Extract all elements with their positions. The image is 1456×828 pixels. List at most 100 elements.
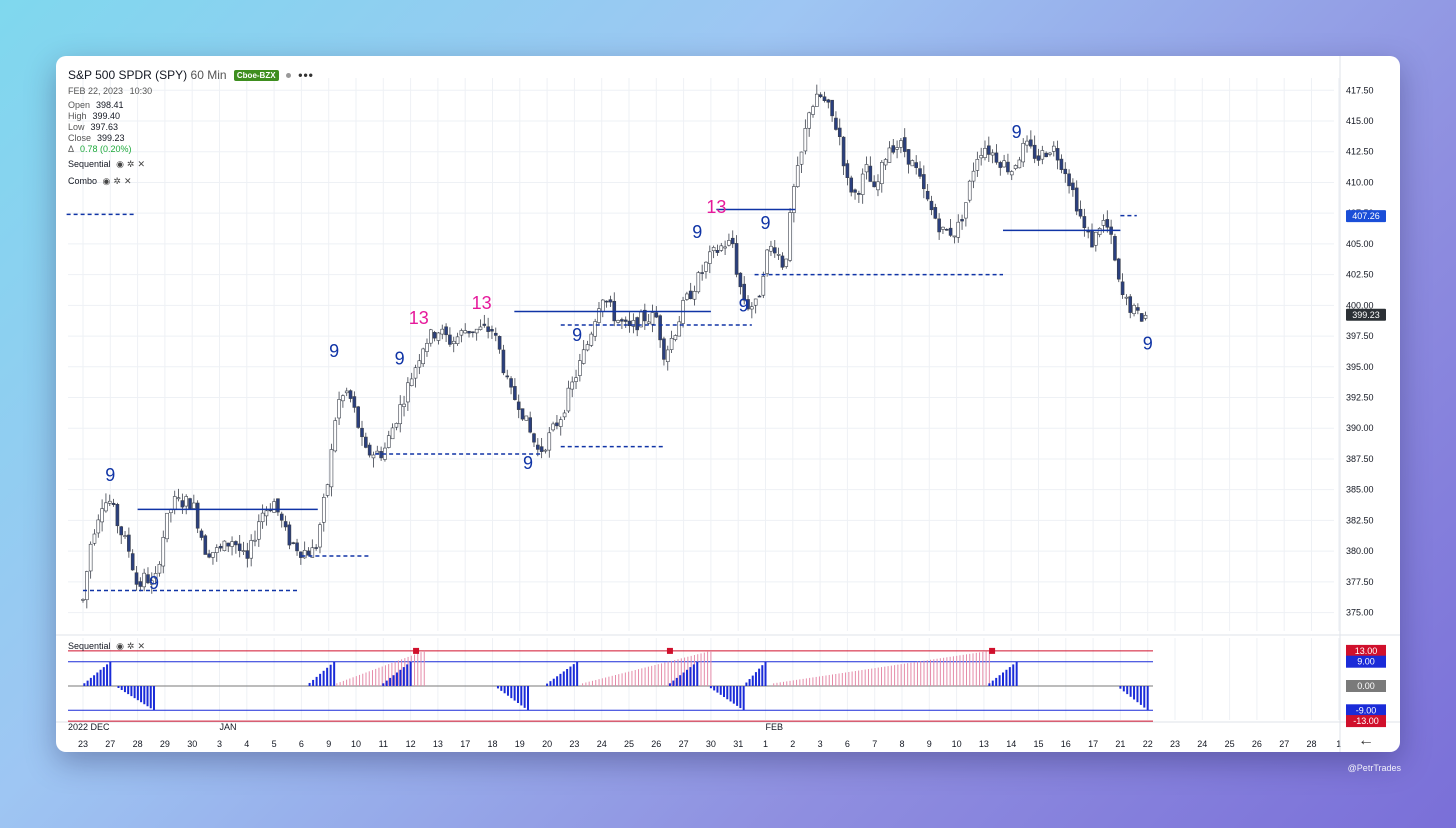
candle-body [807, 112, 811, 129]
indicator-sequential[interactable]: Sequential ◉ ✲ ✕ [68, 159, 145, 170]
candle-body [795, 165, 800, 187]
candle-body [581, 349, 586, 364]
candle-body [994, 152, 999, 163]
candle-body [188, 498, 192, 510]
candle-body [983, 147, 987, 158]
candle-body [257, 521, 261, 540]
candle-body [616, 320, 620, 323]
candle-body [895, 147, 899, 150]
candle-body [520, 408, 525, 420]
x-tick-label: 25 [624, 739, 634, 749]
y-tick-label: 412.50 [1346, 147, 1374, 157]
indicator-combo[interactable]: Combo ◉ ✲ ✕ [68, 176, 131, 187]
candle-body [864, 164, 869, 173]
more-options-icon[interactable]: ••• [298, 68, 314, 82]
candle-body [677, 321, 682, 337]
price-badge-label: 407.26 [1352, 211, 1380, 221]
candle-body [665, 349, 670, 363]
sequential-count-label: 9 [760, 213, 770, 233]
ohlc-low: Low 397.63 [68, 122, 132, 133]
candle-body [879, 162, 884, 185]
candle-body [96, 519, 101, 534]
candle-body [822, 96, 827, 101]
close-icon[interactable]: ✕ [137, 641, 145, 651]
candle-body [467, 330, 471, 334]
month-label: 2022 DEC [68, 722, 110, 732]
ohlc-change: Δ 0.78 (0.20%) [68, 144, 132, 155]
candle-body [474, 328, 479, 334]
candle-body [604, 300, 609, 303]
candle-body [505, 375, 510, 378]
candle-body [929, 200, 934, 211]
candle-body [367, 444, 372, 456]
candle-body [578, 360, 582, 376]
gear-icon[interactable]: ✲ [127, 641, 135, 651]
candle-body [325, 484, 330, 496]
x-tick-label: 22 [1143, 739, 1153, 749]
timestamp: FEB 22, 2023 10:30 [68, 86, 152, 96]
close-icon[interactable]: ✕ [124, 176, 132, 186]
candle-body [138, 581, 143, 587]
candle-body [398, 404, 403, 425]
x-tick-label: 23 [78, 739, 88, 749]
candle-body [1040, 150, 1045, 160]
price-badge-label: 399.23 [1352, 310, 1380, 320]
back-arrow-icon[interactable]: ← [1358, 732, 1374, 750]
candle-body [788, 212, 792, 261]
candle-body [283, 521, 288, 528]
candle-body [669, 337, 674, 350]
candle-body [872, 181, 876, 188]
candle-body [471, 331, 475, 334]
candle-body [478, 326, 483, 330]
y-tick-label: 382.50 [1346, 515, 1374, 525]
candle-body [291, 542, 296, 544]
candle-body [1036, 155, 1041, 161]
candle-body [849, 177, 854, 193]
candle-body [1078, 208, 1083, 217]
candle-body [130, 553, 135, 571]
candle-body [386, 435, 391, 448]
gear-icon[interactable]: ✲ [127, 159, 135, 169]
eye-icon[interactable]: ◉ [116, 641, 124, 651]
candle-body [845, 163, 850, 178]
candle-body [574, 377, 578, 382]
candle-body [107, 500, 112, 504]
close-icon[interactable]: ✕ [137, 159, 145, 169]
symbol-title[interactable]: S&P 500 SPDR (SPY) [68, 68, 187, 82]
indicator-lower-sequential[interactable]: Sequential ◉ ✲ ✕ [68, 641, 145, 652]
lower-panel-badge-label: 9.00 [1357, 657, 1375, 667]
candle-body [390, 427, 395, 440]
low-label: Low [68, 122, 85, 132]
candle-body [92, 533, 97, 544]
candle-body [593, 321, 597, 337]
candle-body [1021, 142, 1026, 163]
candle-body [937, 218, 941, 233]
sequential-count-label: 9 [1143, 334, 1153, 354]
candle-body [1074, 187, 1079, 212]
candle-body [237, 543, 242, 551]
ohlc-close: Close 399.23 [68, 133, 132, 144]
candle-body [769, 245, 773, 252]
eye-icon[interactable]: ◉ [116, 159, 124, 169]
candle-body [226, 542, 231, 547]
candle-body [918, 168, 922, 177]
candle-body [253, 539, 257, 542]
candle-body [360, 427, 364, 438]
x-tick-label: 15 [1033, 739, 1043, 749]
interval-label[interactable]: 60 Min [191, 68, 227, 82]
candle-body [1044, 152, 1048, 158]
candle-body [876, 181, 880, 191]
gear-icon[interactable]: ✲ [113, 176, 121, 186]
sequential-count-label: 13 [409, 308, 429, 328]
date-label: FEB 22, 2023 [68, 86, 124, 96]
sequential-count-label: 13 [706, 197, 726, 217]
exchange-badge: Cboe-BZX [233, 70, 279, 82]
x-tick-label: 21 [1115, 739, 1125, 749]
candle-body [264, 510, 269, 517]
status-dot-icon [285, 73, 291, 79]
x-tick-label: 13 [979, 739, 989, 749]
eye-icon[interactable]: ◉ [103, 176, 111, 186]
candle-body [830, 99, 834, 117]
candle-body [100, 508, 104, 523]
month-label: JAN [220, 722, 237, 732]
